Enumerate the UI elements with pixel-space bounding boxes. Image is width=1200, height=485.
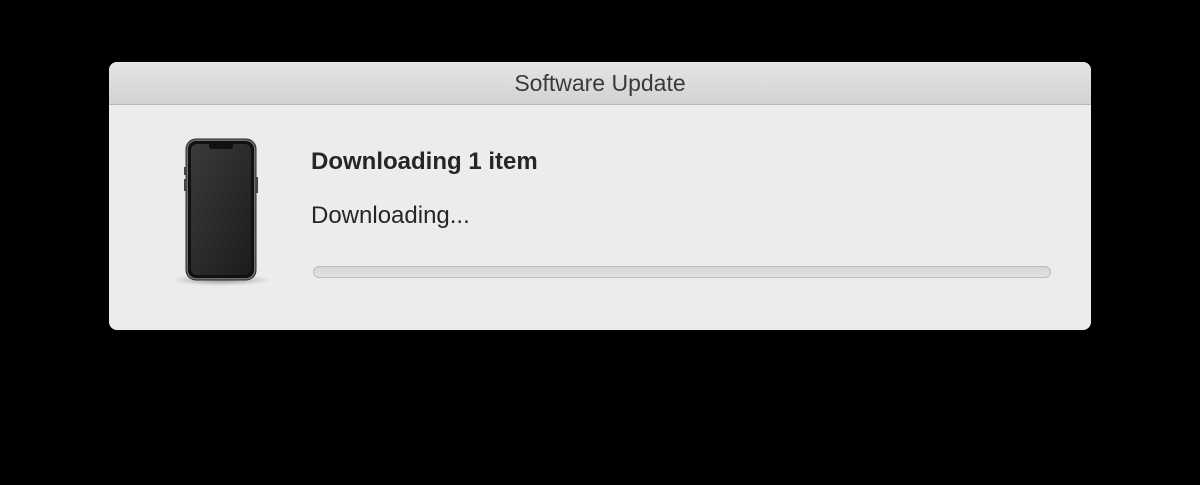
download-progress-bar <box>313 266 1051 278</box>
iphone-icon <box>169 137 273 297</box>
update-content: Downloading 1 item Downloading... <box>109 105 1091 330</box>
window-titlebar[interactable]: Software Update <box>109 62 1091 105</box>
software-update-window: Software Update Downloading 1 item Downl… <box>109 62 1091 330</box>
download-status: Downloading... <box>311 202 470 229</box>
window-title: Software Update <box>514 70 686 96</box>
download-heading: Downloading 1 item <box>311 148 538 175</box>
